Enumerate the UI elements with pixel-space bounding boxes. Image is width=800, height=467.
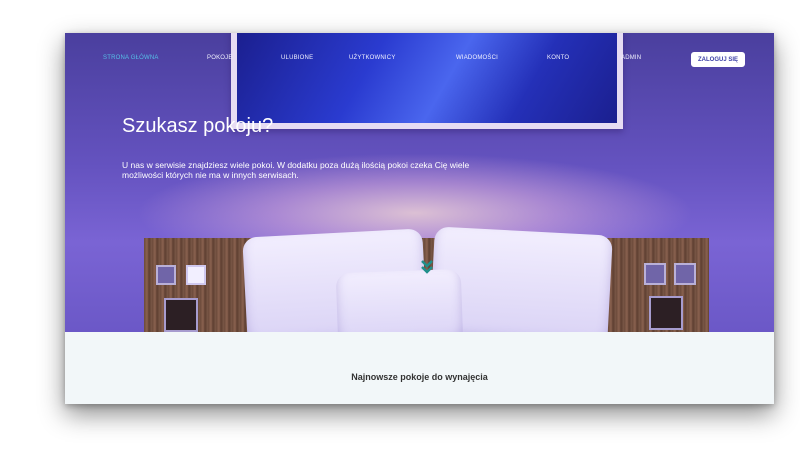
wall-switch [156,265,176,285]
top-navigation: Strona Główna Pokoje Ulubione Użytkownic… [65,33,774,81]
nav-item-account[interactable]: Konto [547,55,569,61]
latest-rooms-section: Najnowsze pokoje do wynajęcia [65,332,774,404]
bedside-niche [164,298,198,332]
nav-item-users[interactable]: Użytkownicy [349,55,396,61]
section-title: Najnowsze pokoje do wynajęcia [351,372,488,382]
nav-item-admin[interactable]: Admin [621,55,641,61]
nav-item-rooms[interactable]: Pokoje [207,55,233,61]
login-button[interactable]: ZALOGUJ SIĘ [691,52,745,67]
bedside-niche [649,296,683,330]
nav-item-home[interactable]: Strona Główna [103,55,159,61]
wall-switch-lit [186,265,206,285]
hero-description: U nas w serwisie znajdziesz wiele pokoi.… [122,160,470,180]
pillow [335,268,464,332]
wall-switch [644,263,666,285]
nav-item-messages[interactable]: Wiadomości [456,55,498,61]
wall-switch [674,263,696,285]
nav-item-favorites[interactable]: Ulubione [281,55,313,61]
hero-section: Strona Główna Pokoje Ulubione Użytkownic… [65,33,774,332]
browser-page: Strona Główna Pokoje Ulubione Użytkownic… [65,33,774,404]
hero-title: Szukasz pokoju? [122,115,274,137]
chevron-double-down-icon[interactable] [420,259,434,275]
